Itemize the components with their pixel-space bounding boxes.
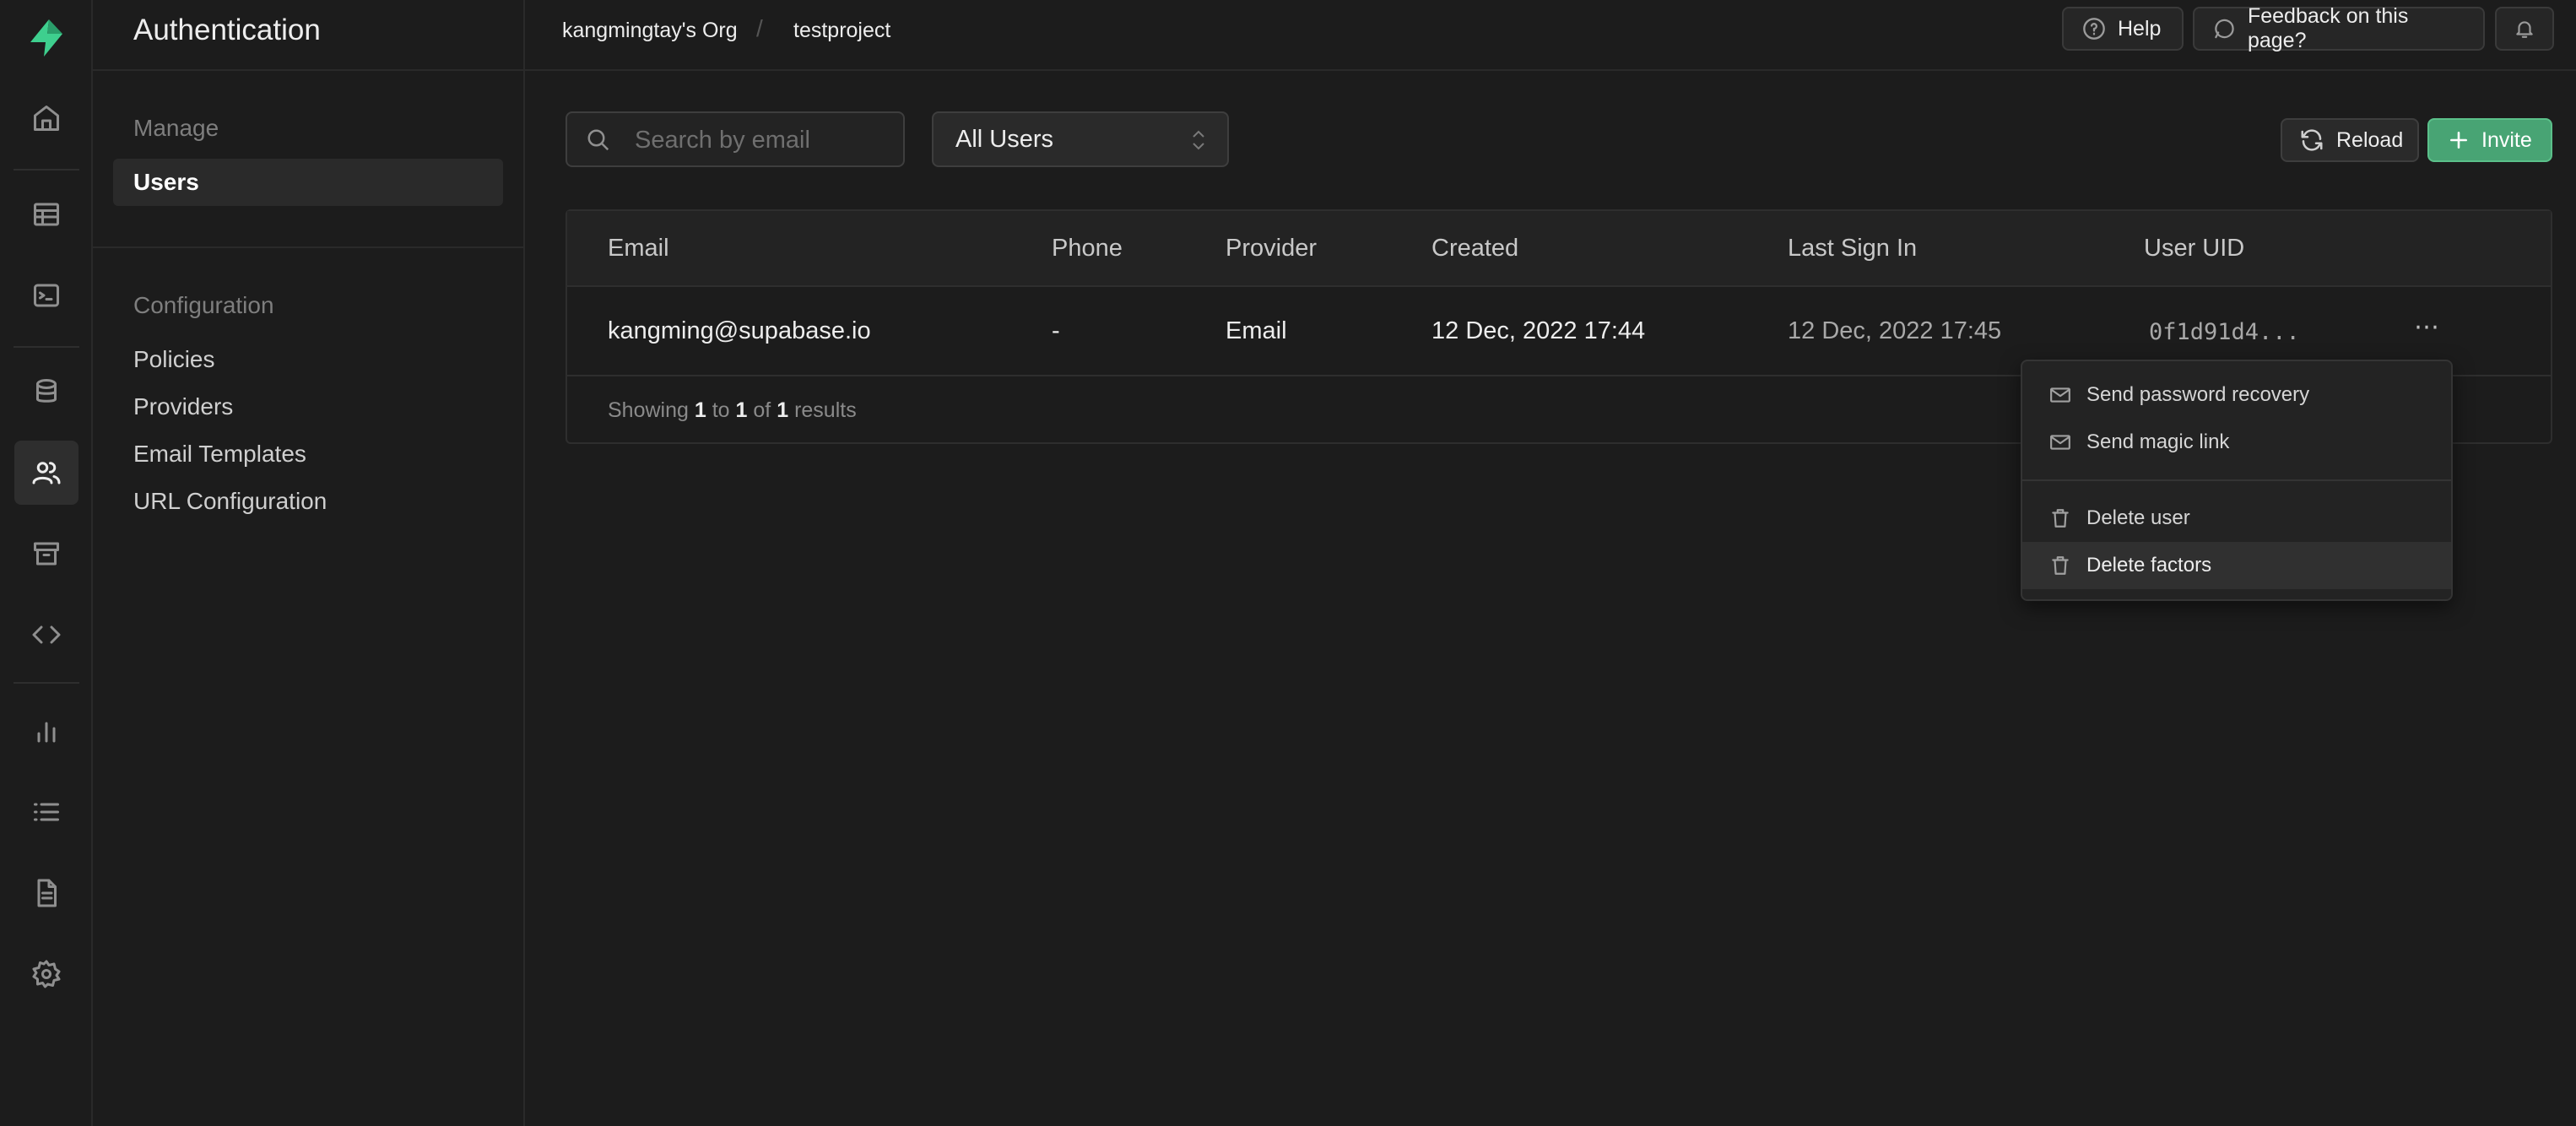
rail-divider: [14, 682, 79, 684]
configuration-section-title: Configuration: [133, 292, 274, 318]
footer-from: 1: [694, 398, 706, 422]
auth-side-menu: Authentication Manage Users Configuratio…: [93, 0, 525, 1126]
mail-icon: [2050, 387, 2070, 403]
top-bar: kangmingtay's Org / testproject Help Fee…: [525, 0, 2576, 71]
column-header-phone: Phone: [1052, 235, 1123, 262]
breadcrumb-project[interactable]: testproject: [793, 19, 890, 43]
delete-user-item[interactable]: Delete user: [2022, 495, 2451, 542]
supabase-logo-icon[interactable]: [25, 17, 68, 59]
invite-label: Invite: [2481, 127, 2532, 152]
user-provider-cell: Email: [1226, 317, 1287, 344]
table-footer: Showing 1 to 1 of 1 results: [608, 398, 857, 423]
menu-item-policies[interactable]: Policies: [133, 346, 214, 373]
mail-icon: [2050, 435, 2070, 450]
plus-icon: [2450, 132, 2467, 149]
feedback-label: Feedback on this page?: [2247, 4, 2409, 52]
refresh-icon: [2301, 129, 2323, 151]
trash-icon: [2052, 556, 2069, 575]
menu-item-email-templates[interactable]: Email Templates: [133, 441, 306, 468]
search-icon: [587, 129, 609, 151]
chevron-up-down-icon: [1193, 130, 1204, 150]
trash-icon: [2052, 509, 2069, 528]
breadcrumb-separator: /: [756, 15, 763, 41]
footer-to: 1: [735, 398, 748, 422]
invite-button[interactable]: Invite: [2427, 118, 2552, 162]
footer-to-word: to: [712, 398, 730, 422]
help-circle-icon: [2083, 18, 2105, 40]
user-phone-cell: -: [1052, 317, 1060, 344]
footer-showing: Showing: [608, 398, 689, 422]
rail-divider: [14, 346, 79, 348]
column-header-last-sign-in: Last Sign In: [1788, 235, 1918, 262]
home-icon[interactable]: [14, 86, 78, 150]
edge-functions-icon[interactable]: [14, 603, 78, 667]
storage-icon[interactable]: [14, 522, 78, 586]
menu-item-providers[interactable]: Providers: [133, 393, 233, 420]
user-created-cell: 12 Dec, 2022 17:44: [1431, 317, 1646, 344]
manage-section-title: Manage: [133, 115, 219, 141]
column-header-provider: Provider: [1226, 235, 1317, 262]
settings-icon[interactable]: [14, 942, 78, 1006]
search-input[interactable]: [635, 122, 888, 159]
footer-total: 1: [777, 398, 789, 422]
column-header-email: Email: [608, 235, 669, 262]
rail-divider: [14, 169, 79, 171]
menu-divider: [93, 246, 523, 248]
notifications-button[interactable]: [2495, 7, 2554, 51]
user-filter-select[interactable]: All Users: [932, 111, 1229, 167]
feedback-button[interactable]: Feedback on this page?: [2193, 4, 2485, 52]
help-button[interactable]: Help: [2062, 7, 2184, 51]
menu-title: Authentication: [93, 0, 523, 71]
table-header: Email Phone Provider Created Last Sign I…: [567, 211, 2551, 287]
reload-button[interactable]: Reload: [2281, 118, 2419, 162]
column-header-user-uid: User UID: [2144, 235, 2245, 262]
icon-rail: [0, 0, 93, 1126]
user-last-sign-in-cell: 12 Dec, 2022 17:45: [1788, 317, 2002, 344]
delete-factors-item[interactable]: Delete factors: [2022, 542, 2451, 589]
send-magic-link-item[interactable]: Send magic link: [2022, 419, 2451, 466]
logs-icon[interactable]: [14, 780, 78, 844]
delete-factors-label: Delete factors: [2086, 554, 2212, 577]
user-email-cell: kangming@supabase.io: [608, 317, 871, 344]
row-actions-more-icon[interactable]: ⋯: [2414, 312, 2440, 342]
user-uid-cell: 0f1d91d4...: [2149, 319, 2300, 345]
reload-label: Reload: [2336, 127, 2404, 152]
authentication-icon[interactable]: [14, 441, 78, 505]
menu-item-url-configuration[interactable]: URL Configuration: [133, 488, 327, 515]
help-label: Help: [2118, 16, 2162, 41]
row-actions-dropdown: Send password recovery Send magic link D…: [2021, 360, 2453, 601]
database-icon[interactable]: [14, 360, 78, 424]
bell-icon: [2516, 21, 2533, 38]
delete-user-label: Delete user: [2086, 506, 2190, 529]
column-header-created: Created: [1431, 235, 1519, 262]
search-by-email-field[interactable]: [566, 111, 905, 167]
send-password-recovery-label: Send password recovery: [2086, 383, 2310, 406]
send-magic-link-label: Send magic link: [2086, 430, 2230, 453]
reports-icon[interactable]: [14, 699, 78, 763]
sql-editor-icon[interactable]: [14, 263, 78, 328]
message-circle-icon: [2215, 19, 2234, 39]
footer-of-word: of: [753, 398, 771, 422]
send-password-recovery-item[interactable]: Send password recovery: [2022, 371, 2451, 419]
breadcrumb-org[interactable]: kangmingtay's Org: [562, 19, 738, 43]
footer-results: results: [794, 398, 857, 422]
dropdown-separator: [2022, 479, 2451, 481]
api-docs-icon[interactable]: [14, 861, 78, 925]
table-editor-icon[interactable]: [14, 182, 78, 246]
menu-item-users[interactable]: Users: [133, 169, 199, 196]
user-filter-value: All Users: [955, 126, 1054, 153]
